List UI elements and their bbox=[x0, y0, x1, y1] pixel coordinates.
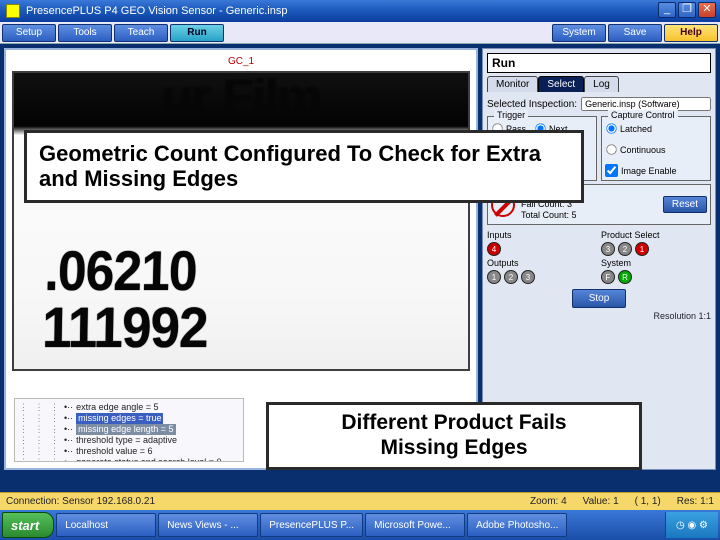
tab-log[interactable]: Log bbox=[584, 76, 619, 92]
outputs-label: Outputs bbox=[487, 258, 597, 268]
run-tabs: Monitor Select Log bbox=[487, 76, 711, 92]
tools-button[interactable]: Tools bbox=[58, 24, 112, 42]
help-button[interactable]: Help bbox=[664, 24, 718, 42]
output-3: 3 bbox=[521, 270, 535, 284]
menubar: Setup Tools Teach Run System Save Help bbox=[0, 22, 720, 44]
image-enable[interactable]: Image Enable bbox=[605, 164, 707, 177]
product-text-top: ur Film bbox=[23, 71, 459, 124]
capture-continuous[interactable]: Continuous bbox=[605, 143, 666, 156]
input-4: 4 bbox=[487, 242, 501, 256]
sys-r: R bbox=[618, 270, 632, 284]
system-button[interactable]: System bbox=[552, 24, 606, 42]
ps-1: 1 bbox=[635, 242, 649, 256]
task-localhost[interactable]: Localhost bbox=[56, 513, 156, 537]
system-tray[interactable]: ◷ ◉ ⚙ bbox=[665, 512, 718, 538]
reset-button[interactable]: Reset bbox=[663, 196, 707, 213]
selected-inspection-input[interactable] bbox=[581, 97, 711, 111]
sys-f: F bbox=[601, 270, 615, 284]
task-powerpoint[interactable]: Microsoft Powe... bbox=[365, 513, 465, 537]
product-num2: 111992 bbox=[42, 295, 209, 361]
output-1: 1 bbox=[487, 270, 501, 284]
system-label: System bbox=[601, 258, 711, 268]
window-title: PresencePLUS P4 GEO Vision Sensor - Gene… bbox=[26, 5, 287, 17]
parameter-tree[interactable]: ⋮ ⋮ ⋮ •·· extra edge angle = 5 ⋮ ⋮ ⋮ •··… bbox=[14, 398, 244, 462]
run-header: Run bbox=[487, 53, 711, 73]
task-photoshop[interactable]: Adobe Photosho... bbox=[467, 513, 567, 537]
system-dots: F R bbox=[601, 270, 711, 284]
capture-title: Capture Control bbox=[608, 110, 678, 120]
resolution-label: Resolution 1:1 bbox=[487, 311, 711, 321]
output-2: 2 bbox=[504, 270, 518, 284]
window-controls: _ ❐ ✕ bbox=[658, 2, 716, 18]
run-button[interactable]: Run bbox=[170, 24, 224, 42]
tool-label: GC_1 bbox=[12, 56, 470, 67]
save-button[interactable]: Save bbox=[608, 24, 662, 42]
product-image[interactable]: ur Film .06210 111992 bbox=[12, 71, 470, 371]
inputs-label: Inputs bbox=[487, 230, 597, 240]
annotation-overlay-1: Geometric Count Configured To Check for … bbox=[24, 130, 584, 203]
selected-label: Selected Inspection: bbox=[487, 99, 577, 110]
status-bar: Connection: Sensor 192.168.0.21 Zoom: 4 … bbox=[0, 492, 720, 510]
windows-taskbar: start Localhost News Views - ... Presenc… bbox=[0, 510, 720, 540]
product-select-label: Product Select bbox=[601, 230, 711, 240]
start-button[interactable]: start bbox=[2, 512, 54, 538]
value-label: Value: 1 bbox=[583, 496, 619, 507]
product-select-dots: 3 2 1 bbox=[601, 242, 711, 256]
capture-group: Capture Control Latched Continuous Image… bbox=[601, 116, 711, 181]
app-icon bbox=[6, 4, 20, 18]
connection-status: Connection: Sensor 192.168.0.21 bbox=[6, 496, 155, 507]
teach-button[interactable]: Teach bbox=[114, 24, 168, 42]
ps-2: 2 bbox=[618, 242, 632, 256]
res-label: Res: 1:1 bbox=[677, 496, 714, 507]
zoom-label: Zoom: 4 bbox=[530, 496, 567, 507]
tab-select[interactable]: Select bbox=[538, 76, 584, 92]
outputs-dots: 1 2 3 bbox=[487, 270, 597, 284]
window-titlebar: PresencePLUS P4 GEO Vision Sensor - Gene… bbox=[0, 0, 720, 22]
minimize-button[interactable]: _ bbox=[658, 2, 676, 18]
capture-latched[interactable]: Latched bbox=[605, 122, 652, 135]
ps-3: 3 bbox=[601, 242, 615, 256]
inputs-dots: 4 bbox=[487, 242, 597, 256]
task-presence[interactable]: PresencePLUS P... bbox=[260, 513, 363, 537]
task-news[interactable]: News Views - ... bbox=[158, 513, 258, 537]
maximize-button[interactable]: ❐ bbox=[678, 2, 696, 18]
annotation-overlay-2: Different Product Fails Missing Edges bbox=[266, 402, 642, 470]
close-button[interactable]: ✕ bbox=[698, 2, 716, 18]
product-num1: .06210 bbox=[44, 238, 198, 303]
trigger-title: Trigger bbox=[494, 110, 528, 120]
coord-label: ( 1, 1) bbox=[635, 496, 661, 507]
tab-monitor[interactable]: Monitor bbox=[487, 76, 538, 92]
stop-button[interactable]: Stop bbox=[572, 289, 627, 308]
setup-button[interactable]: Setup bbox=[2, 24, 56, 42]
